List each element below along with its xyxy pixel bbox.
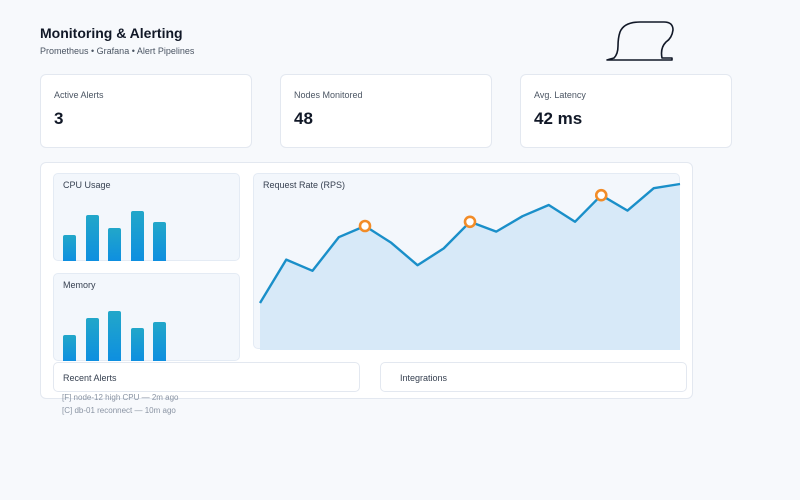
memory-title: Memory (63, 280, 96, 290)
kpi-value: 42 ms (534, 109, 583, 128)
page-title: Monitoring & Alerting (40, 25, 183, 41)
kpi-value: 3 (54, 109, 64, 128)
alert-item[interactable]: [C] db-01 reconnect — 10m ago (62, 406, 176, 415)
request-rate-point[interactable] (594, 188, 608, 202)
cpu-bar (63, 235, 76, 261)
kpi-label: Nodes Monitored (294, 90, 363, 100)
cpu-usage-title: CPU Usage (63, 180, 111, 190)
kpi-value: 48 (294, 109, 313, 128)
integrations-card[interactable]: Integrations (380, 362, 687, 392)
integrations-title: Integrations (400, 373, 448, 383)
kpi-active-alerts[interactable]: Active Alerts 3 (40, 74, 252, 148)
cpu-usage-card[interactable]: CPU Usage (53, 173, 240, 261)
alert-item[interactable]: [F] node-12 high CPU — 2m ago (62, 393, 179, 402)
cpu-bar (153, 222, 166, 261)
recent-alerts-card[interactable]: Recent Alerts (53, 362, 360, 392)
kpi-nodes-monitored[interactable]: Nodes Monitored 48 (280, 74, 492, 148)
memory-bar (153, 322, 166, 361)
recent-alerts-title: Recent Alerts (63, 373, 117, 383)
request-rate-point[interactable] (463, 215, 477, 229)
kpi-label: Active Alerts (54, 90, 104, 100)
memory-bar (85, 318, 99, 361)
cpu-bar (85, 215, 99, 261)
memory-card[interactable]: Memory (53, 273, 240, 361)
cpu-bar (108, 228, 121, 261)
memory-bar (130, 328, 144, 361)
logo-icon (606, 21, 674, 61)
request-rate-area (260, 184, 680, 350)
page-subtitle: Prometheus • Grafana • Alert Pipelines (40, 46, 195, 56)
memory-bar (108, 311, 121, 361)
kpi-avg-latency[interactable]: Avg. Latency 42 ms (520, 74, 732, 148)
request-rate-svg (258, 182, 681, 350)
kpi-label: Avg. Latency (534, 90, 586, 100)
request-rate-point[interactable] (358, 219, 372, 233)
cpu-bar (130, 211, 144, 261)
memory-bar (63, 335, 76, 361)
request-rate-chart[interactable]: Request Rate (RPS) (253, 173, 681, 350)
